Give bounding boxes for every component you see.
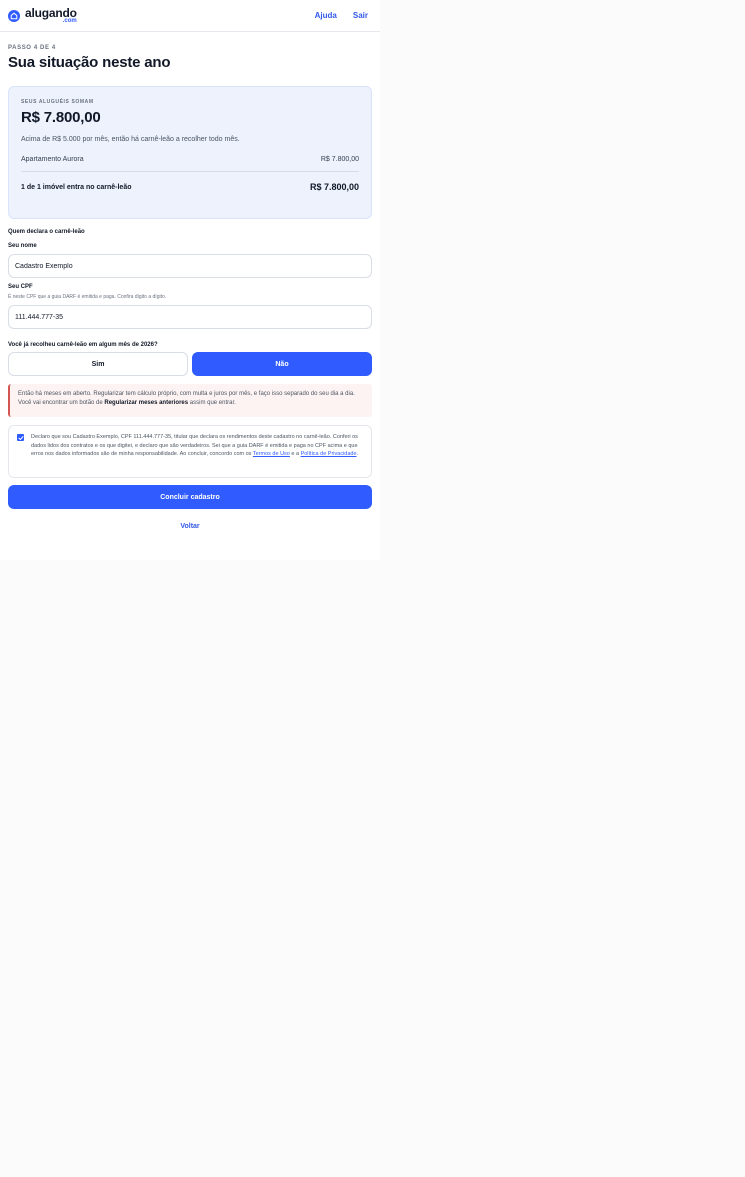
declarant-section-title: Quem declara o carnê-leão [8,229,85,235]
summary-total: R$ 7.800,00 [21,109,101,126]
home-icon [8,9,20,22]
summary-footer-row: 1 de 1 imóvel entra no carnê-leão R$ 7.8… [21,172,359,192]
brand-domain: .com [62,17,77,24]
top-links: Ajuda Sair [315,11,368,20]
help-link[interactable]: Ajuda [315,11,337,20]
warning-emphasis: Regularizar meses anteriores [104,400,189,407]
summary-caption: SEUS ALUGUÉIS SOMAM [21,99,94,105]
brand-wordmark: alugando .com [25,7,77,24]
warning-text-part-2: assim que entrar. [188,400,236,407]
name-input[interactable] [8,254,372,278]
property-row: Apartamento Aurora R$ 7.800,00 [21,156,359,172]
no-button[interactable]: Não [192,352,372,376]
cpf-help-text: É neste CPF que a guia DARF é emitida e … [8,294,167,300]
name-label: Seu nome [8,243,37,249]
step-indicator: PASSO 4 DE 4 [8,45,56,51]
logout-link[interactable]: Sair [353,11,368,20]
brand-logo[interactable]: alugando .com [8,7,77,24]
page: alugando .com Ajuda Sair PASSO 4 DE 4 Su… [0,0,380,560]
property-name: Apartamento Aurora [21,156,84,163]
declaration-joiner: e a [289,451,301,458]
property-value: R$ 7.800,00 [320,156,359,163]
summary-footer-value: R$ 7.800,00 [309,182,359,192]
declaration-checkbox[interactable] [17,434,24,441]
cpf-input[interactable] [8,305,372,329]
back-link[interactable]: Voltar [8,523,372,530]
privacy-policy-link[interactable]: Política de Privacidade [301,451,357,457]
payment-choice-group: Sim Não [8,352,372,376]
summary-note: Acima de R$ 5.000 por mês, então há carn… [21,136,240,143]
submit-registration-button[interactable]: Concluir cadastro [8,485,372,509]
declaration-text: Declaro que sou Cadastro Exemplo, CPF 11… [31,433,363,470]
main-content: PASSO 4 DE 4 Sua situação neste ano SEUS… [0,32,380,530]
top-navigation: alugando .com Ajuda Sair [0,0,380,32]
summary-footer-label: 1 de 1 imóvel entra no carnê-leão [21,183,132,191]
page-title: Sua situação neste ano [8,54,171,71]
declaration-box: Declaro que sou Cadastro Exemplo, CPF 11… [8,425,372,478]
yes-button[interactable]: Sim [8,352,188,376]
payment-question-label: Você já recolheu carnê-leão em algum mês… [8,342,158,348]
rent-summary-card: SEUS ALUGUÉIS SOMAM R$ 7.800,00 Acima de… [8,86,372,219]
check-icon [18,435,23,440]
terms-link[interactable]: Termos de Uso [253,451,290,457]
cpf-label: Seu CPF [8,284,33,290]
declaration-end: . [356,451,359,458]
pending-months-warning: Então há meses em aberto. Regularizar te… [8,384,372,417]
